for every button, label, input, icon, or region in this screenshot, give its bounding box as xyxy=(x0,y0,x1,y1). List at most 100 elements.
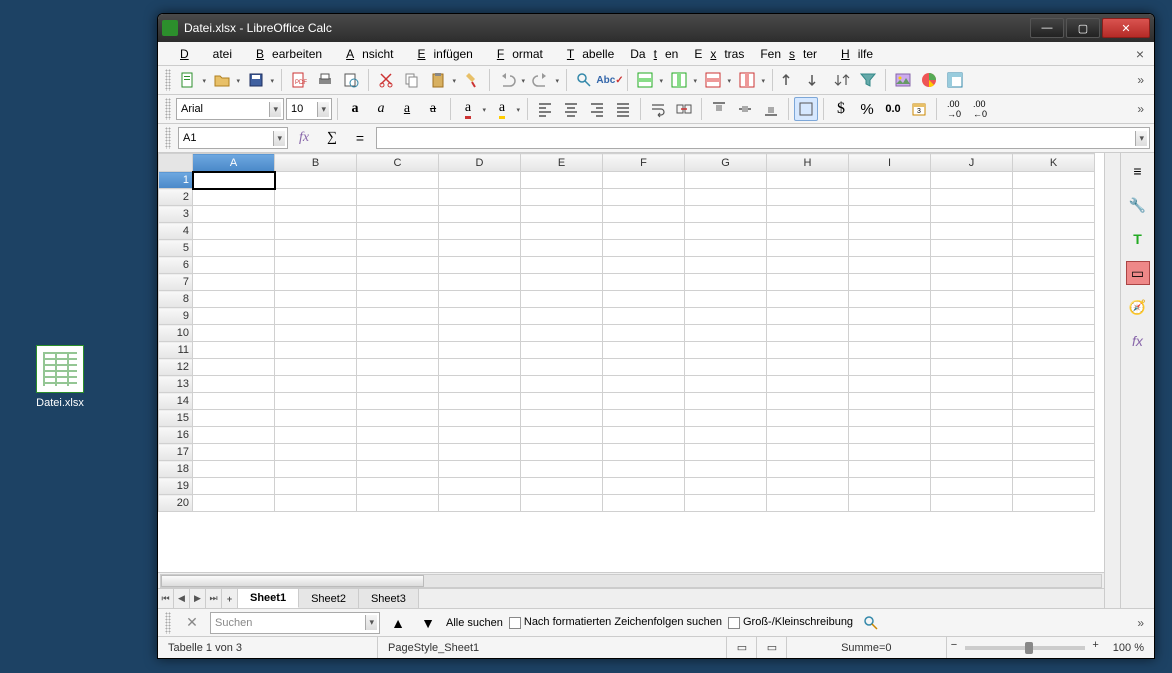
sidebar-settings-icon[interactable]: ≡ xyxy=(1126,159,1150,183)
cell[interactable] xyxy=(521,172,603,189)
cell[interactable] xyxy=(931,393,1013,410)
align-bottom-button[interactable] xyxy=(759,97,783,121)
cell[interactable] xyxy=(931,410,1013,427)
cell[interactable] xyxy=(521,376,603,393)
cell[interactable] xyxy=(439,444,521,461)
cell[interactable] xyxy=(439,325,521,342)
cell[interactable] xyxy=(1013,376,1095,393)
cell[interactable] xyxy=(603,189,685,206)
insert-pivot-button[interactable] xyxy=(943,68,967,92)
insert-row-button[interactable] xyxy=(633,68,657,92)
function-wizard-button[interactable]: fx xyxy=(292,126,316,150)
document-close-icon[interactable]: × xyxy=(1132,46,1148,62)
sort-desc-button[interactable] xyxy=(804,68,828,92)
column-header[interactable]: A xyxy=(193,154,275,172)
cell[interactable] xyxy=(357,189,439,206)
status-sum[interactable]: Summe=0 xyxy=(787,637,947,658)
cell[interactable] xyxy=(685,461,767,478)
cell[interactable] xyxy=(275,410,357,427)
cell[interactable] xyxy=(767,291,849,308)
cell[interactable] xyxy=(439,206,521,223)
toolbar-more-icon[interactable]: » xyxy=(1131,102,1150,116)
insert-chart-button[interactable] xyxy=(917,68,941,92)
desktop-file-icon[interactable]: Datei.xlsx xyxy=(25,345,95,409)
autofilter-button[interactable] xyxy=(856,68,880,92)
cell[interactable] xyxy=(439,376,521,393)
cell[interactable] xyxy=(931,257,1013,274)
row-header[interactable]: 11 xyxy=(159,342,193,359)
cell[interactable] xyxy=(849,393,931,410)
cell[interactable] xyxy=(1013,274,1095,291)
cell[interactable] xyxy=(521,342,603,359)
tab-nav-first[interactable]: ⏮ xyxy=(158,589,174,608)
cell[interactable] xyxy=(849,291,931,308)
cell[interactable] xyxy=(931,308,1013,325)
cell[interactable] xyxy=(1013,240,1095,257)
menu-einfuegen[interactable]: Einfügen xyxy=(401,44,480,64)
cell[interactable] xyxy=(603,342,685,359)
cell[interactable] xyxy=(849,223,931,240)
cell[interactable] xyxy=(603,308,685,325)
cell[interactable] xyxy=(603,172,685,189)
cell[interactable] xyxy=(439,240,521,257)
cell[interactable] xyxy=(521,189,603,206)
column-header[interactable]: K xyxy=(1013,154,1095,172)
cell[interactable] xyxy=(521,240,603,257)
cell[interactable] xyxy=(849,325,931,342)
find-next-button[interactable]: ▼ xyxy=(416,611,440,635)
cell[interactable] xyxy=(849,461,931,478)
wrap-text-button[interactable] xyxy=(646,97,670,121)
cell[interactable] xyxy=(275,342,357,359)
cell[interactable] xyxy=(439,495,521,512)
cell[interactable] xyxy=(193,291,275,308)
cell[interactable] xyxy=(439,393,521,410)
row-header[interactable]: 12 xyxy=(159,359,193,376)
tab-nav-last[interactable]: ⏭ xyxy=(206,589,222,608)
number-format-button[interactable]: 0.0 xyxy=(881,97,905,121)
toolbar-more-icon[interactable]: » xyxy=(1131,616,1150,630)
cell[interactable] xyxy=(1013,393,1095,410)
italic-button[interactable]: a xyxy=(369,97,393,121)
cell[interactable] xyxy=(685,427,767,444)
cell[interactable] xyxy=(603,274,685,291)
cell[interactable] xyxy=(849,359,931,376)
maximize-button[interactable]: ▢ xyxy=(1066,18,1100,38)
formula-input[interactable] xyxy=(376,127,1150,149)
row-header[interactable]: 3 xyxy=(159,206,193,223)
close-button[interactable]: ✕ xyxy=(1102,18,1150,38)
sort-button[interactable] xyxy=(830,68,854,92)
cell[interactable] xyxy=(275,223,357,240)
align-justify-button[interactable] xyxy=(611,97,635,121)
cell[interactable] xyxy=(1013,359,1095,376)
find-options-button[interactable] xyxy=(859,611,883,635)
cell[interactable] xyxy=(1013,291,1095,308)
font-name-combo[interactable]: Arial xyxy=(176,98,284,120)
cell[interactable] xyxy=(849,478,931,495)
cell[interactable] xyxy=(1013,206,1095,223)
cell[interactable] xyxy=(357,359,439,376)
name-box[interactable]: A1 xyxy=(178,127,288,149)
horizontal-scrollbar[interactable] xyxy=(160,574,1102,588)
sidebar-styles-icon[interactable]: T xyxy=(1126,227,1150,251)
cell[interactable] xyxy=(193,495,275,512)
cell[interactable] xyxy=(603,427,685,444)
cell[interactable] xyxy=(357,274,439,291)
sort-asc-button[interactable] xyxy=(778,68,802,92)
align-center-button[interactable] xyxy=(559,97,583,121)
delete-row-button[interactable] xyxy=(701,68,725,92)
cell[interactable] xyxy=(521,291,603,308)
cell[interactable] xyxy=(1013,478,1095,495)
cell[interactable] xyxy=(767,206,849,223)
cell[interactable] xyxy=(603,461,685,478)
cell[interactable] xyxy=(603,291,685,308)
row-header[interactable]: 16 xyxy=(159,427,193,444)
cell[interactable] xyxy=(521,478,603,495)
cell[interactable] xyxy=(767,274,849,291)
cell[interactable] xyxy=(849,495,931,512)
cell[interactable] xyxy=(193,427,275,444)
zoom-level[interactable]: 100 % xyxy=(1103,637,1154,658)
toolbar-more-icon[interactable]: » xyxy=(1131,73,1150,87)
cell[interactable] xyxy=(193,257,275,274)
row-header[interactable]: 5 xyxy=(159,240,193,257)
cell[interactable] xyxy=(275,189,357,206)
